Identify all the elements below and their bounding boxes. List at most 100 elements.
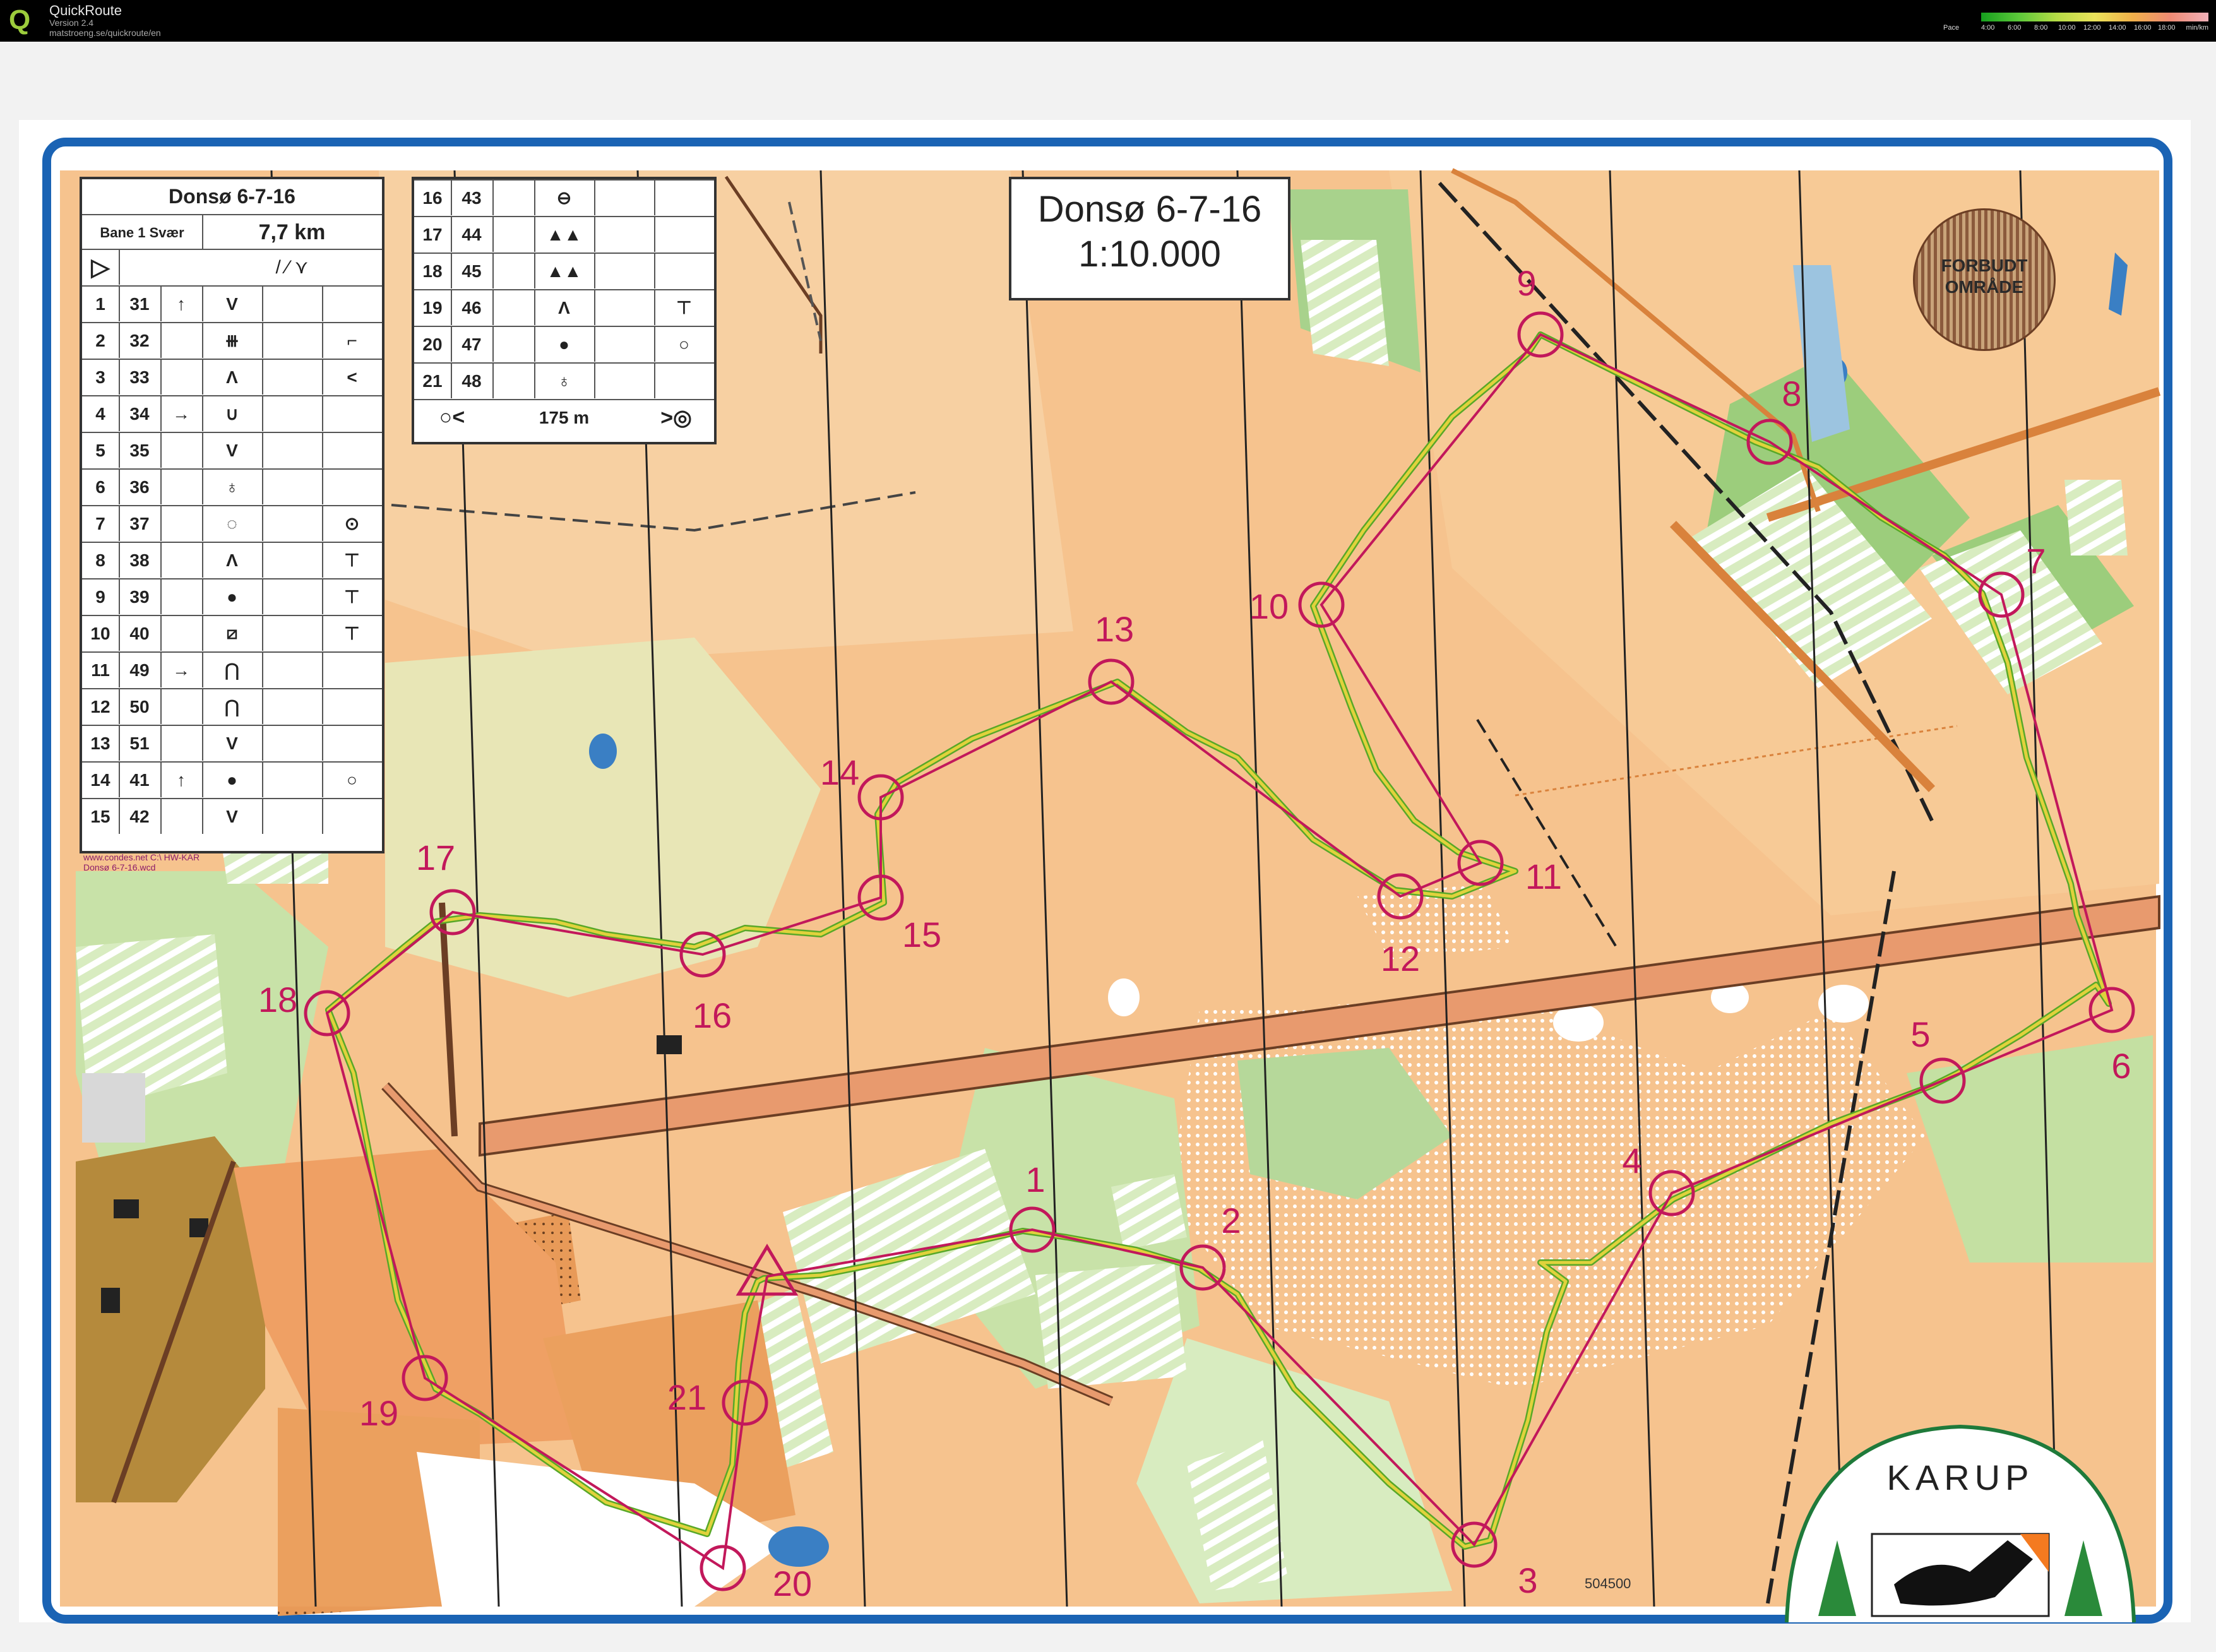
control-number-17: 17 bbox=[416, 838, 455, 877]
description-row: 21 48 ♁ bbox=[414, 362, 714, 398]
description-row: 18 45 ▲▲ bbox=[414, 253, 714, 288]
control-order: 12 bbox=[82, 689, 120, 724]
direction-symbol bbox=[492, 254, 535, 288]
logo-text: KARUP bbox=[1887, 1458, 2034, 1497]
control-number-19: 19 bbox=[359, 1393, 398, 1433]
credit-line-2: Donsø 6-7-16.wcd bbox=[83, 862, 156, 872]
control-number-3: 3 bbox=[1518, 1560, 1537, 1600]
extra-symbol bbox=[654, 364, 714, 398]
description-row: 1 31 ↑ V bbox=[82, 285, 382, 321]
direction-symbol: → bbox=[160, 396, 203, 431]
pace-legend: Pace 4:00 6:00 8:00 10:00 12:00 14:00 16… bbox=[1943, 9, 2208, 37]
extra-symbol bbox=[322, 726, 382, 761]
direction-symbol bbox=[492, 290, 535, 325]
control-order: 1 bbox=[82, 287, 120, 321]
appearance-symbol bbox=[262, 579, 323, 614]
control-order: 10 bbox=[82, 616, 120, 651]
direction-symbol: ↑ bbox=[160, 287, 203, 321]
control-number-8: 8 bbox=[1782, 374, 1801, 413]
direction-symbol bbox=[160, 506, 203, 541]
control-description-sheet-2: 16 43 ⊖ 17 44 ▲▲ 18 45 ▲▲ 19 46 Λ ⊤ 20 47 ● ○ 21 48 ♁ ○< 17… bbox=[412, 177, 717, 444]
description-row: 5 35 V bbox=[82, 432, 382, 468]
control-code: 47 bbox=[451, 327, 494, 362]
control-order: 18 bbox=[414, 254, 452, 288]
pond bbox=[768, 1526, 829, 1567]
control-number-2: 2 bbox=[1221, 1201, 1241, 1240]
extra-symbol: ⊤ bbox=[676, 298, 692, 318]
appearance-symbol bbox=[262, 799, 323, 834]
pace-tick: 14:00 bbox=[2109, 24, 2126, 32]
control-order: 13 bbox=[82, 726, 120, 761]
extra-symbol bbox=[654, 181, 714, 215]
control-order: 9 bbox=[82, 579, 120, 614]
map-scale: 1:10.000 bbox=[1078, 234, 1221, 275]
pace-tick: 8:00 bbox=[2034, 24, 2048, 32]
control-code: 48 bbox=[451, 364, 494, 398]
description-row: 20 47 ● ○ bbox=[414, 326, 714, 362]
appearance-symbol bbox=[594, 327, 655, 362]
description-row: 12 50 ⋂ bbox=[82, 688, 382, 724]
direction-symbol bbox=[160, 360, 203, 395]
control-code: 40 bbox=[119, 616, 162, 651]
feature-symbol: ♁ bbox=[202, 470, 263, 504]
control-code: 34 bbox=[119, 396, 162, 431]
appearance-symbol bbox=[262, 653, 323, 687]
control-code: 38 bbox=[119, 543, 162, 578]
direction-symbol bbox=[160, 433, 203, 468]
pace-tick: 4:00 bbox=[1981, 24, 1995, 32]
credit-line-1: www.condes.net C:\ HW-KAR bbox=[83, 852, 200, 862]
finish-left-symbol: ○< bbox=[439, 405, 465, 429]
control-order: 2 bbox=[82, 323, 120, 358]
control-code: 44 bbox=[451, 217, 494, 252]
control-code: 36 bbox=[119, 470, 162, 504]
direction-symbol bbox=[160, 726, 203, 761]
control-code: 46 bbox=[451, 290, 494, 325]
cemetery bbox=[82, 1073, 145, 1143]
direction-symbol bbox=[492, 364, 535, 398]
feature-symbol: V bbox=[202, 799, 263, 834]
map-credit: www.condes.net C:\ HW-KAR Donsø 6-7-16.w… bbox=[83, 852, 200, 872]
appearance-symbol bbox=[594, 364, 655, 398]
feature-symbol: V bbox=[202, 433, 263, 468]
feature-symbol: ♁ bbox=[534, 364, 595, 398]
app-url[interactable]: matstroeng.se/quickroute/en bbox=[49, 28, 161, 38]
control-code: 35 bbox=[119, 433, 162, 468]
feature-symbol: ▲▲ bbox=[534, 254, 595, 288]
control-order: 4 bbox=[82, 396, 120, 431]
control-order: 14 bbox=[82, 763, 120, 797]
description-row: 16 43 ⊖ bbox=[414, 179, 714, 215]
finish-distance: 175 m bbox=[539, 407, 590, 427]
extra-symbol bbox=[654, 217, 714, 252]
appearance-symbol bbox=[262, 433, 323, 468]
description-row: 3 33 Λ < bbox=[82, 359, 382, 395]
control-code: 49 bbox=[119, 653, 162, 687]
feature-symbol: Λ bbox=[534, 290, 595, 325]
control-number-13: 13 bbox=[1095, 609, 1134, 649]
direction-symbol bbox=[160, 799, 203, 834]
extra-symbol bbox=[322, 653, 382, 687]
plantation bbox=[2064, 480, 2128, 556]
pace-unit: min/km bbox=[2186, 24, 2208, 32]
control-number-11: 11 bbox=[1525, 857, 1562, 896]
start-feature: / ⁄ ⋎ bbox=[275, 257, 309, 278]
control-order: 21 bbox=[414, 364, 452, 398]
extra-symbol: ○ bbox=[679, 334, 689, 354]
description-row: 14 41 ↑ ● ○ bbox=[82, 761, 382, 797]
control-code: 33 bbox=[119, 360, 162, 395]
pace-tick: 16:00 bbox=[2134, 24, 2152, 32]
appearance-symbol bbox=[262, 763, 323, 797]
appearance-symbol bbox=[262, 470, 323, 504]
appearance-symbol bbox=[262, 689, 323, 724]
appearance-symbol bbox=[594, 217, 655, 252]
appearance-symbol bbox=[594, 290, 655, 325]
appearance-symbol bbox=[262, 616, 323, 651]
building bbox=[114, 1199, 139, 1218]
control-code: 31 bbox=[119, 287, 162, 321]
control-number-9: 9 bbox=[1516, 263, 1536, 303]
direction-symbol bbox=[160, 579, 203, 614]
pace-label: Pace bbox=[1943, 24, 1960, 32]
open-sand bbox=[1108, 978, 1140, 1016]
pace-color-scale bbox=[1981, 13, 2208, 21]
pace-tick: 18:00 bbox=[2158, 24, 2176, 32]
control-number-6: 6 bbox=[2111, 1046, 2131, 1086]
